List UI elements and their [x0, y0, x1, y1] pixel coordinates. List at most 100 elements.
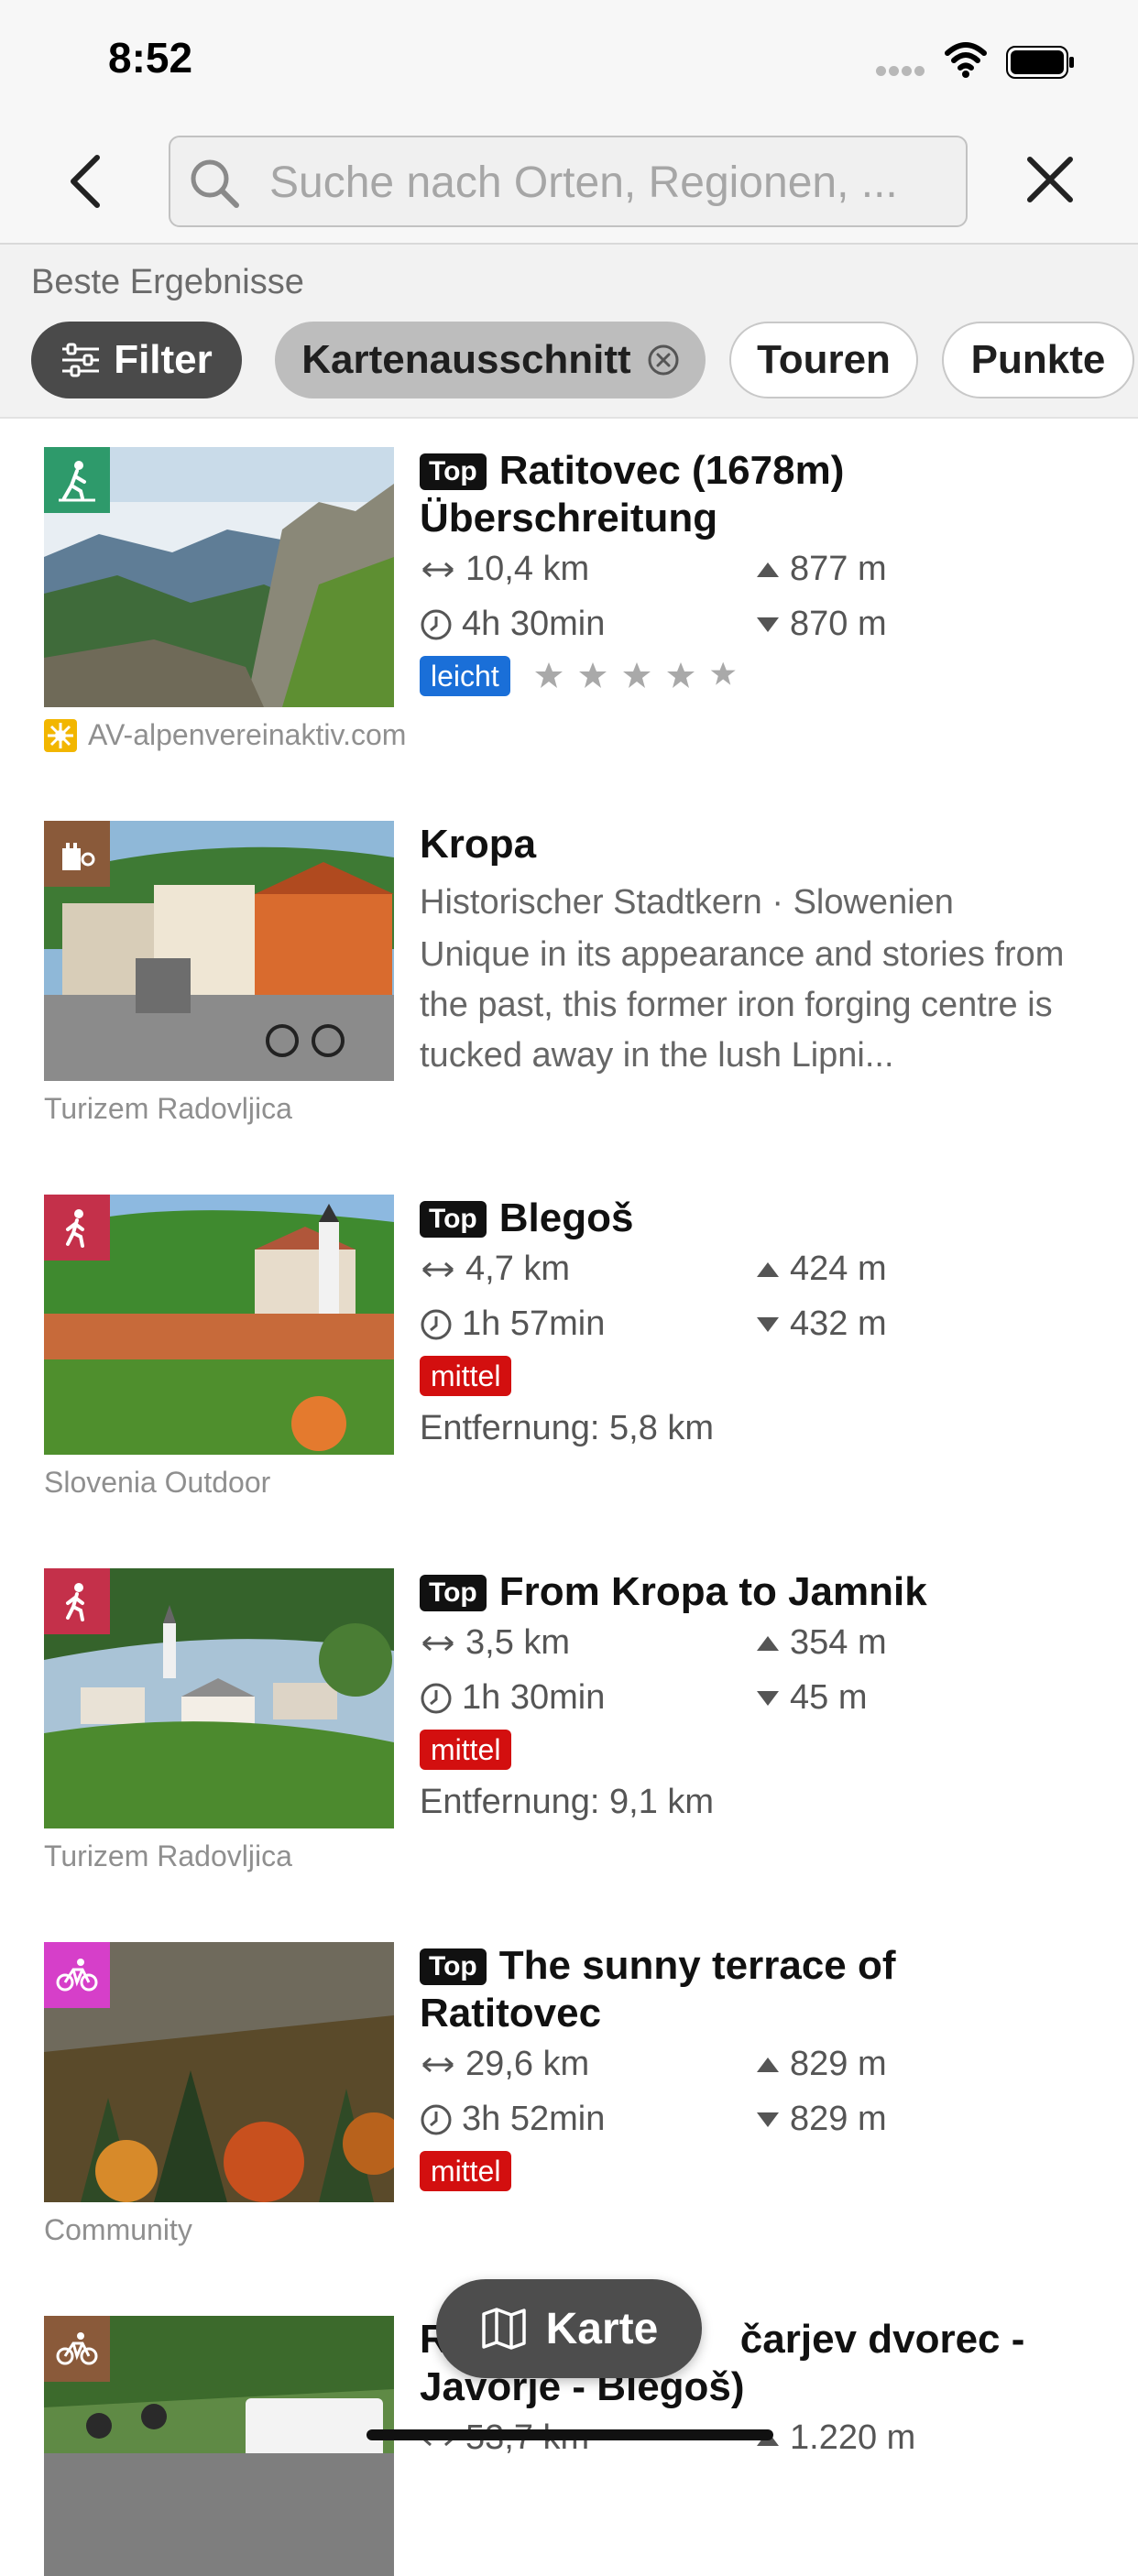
clear-chip-icon[interactable] — [648, 344, 679, 376]
descent-icon — [757, 1690, 779, 1706]
status-bar: 8:52 — [0, 0, 1138, 119]
result-title: Kropa — [420, 822, 537, 867]
distance-value: 4,7 km — [465, 1250, 571, 1288]
descent-value: 829 m — [790, 2100, 887, 2138]
source-label: Turizem Radovljica — [44, 1092, 292, 1125]
filter-bar: Beste Ergebnisse Filter Kartenausschnitt… — [0, 245, 1138, 419]
result-thumbnail — [44, 447, 394, 707]
descent-icon — [757, 617, 779, 632]
clock-icon — [421, 1683, 452, 1713]
top-badge: Top — [420, 1575, 487, 1611]
castle-icon — [44, 821, 110, 887]
edelweiss-icon — [44, 718, 77, 752]
search-icon — [191, 159, 239, 208]
duration-value: 4h 30min — [462, 605, 606, 643]
distance-value: 10,4 km — [465, 550, 590, 588]
descent-value: 870 m — [790, 605, 887, 643]
ascent-value: 877 m — [790, 550, 887, 588]
walking-icon — [44, 1568, 110, 1634]
hiking-icon — [44, 447, 110, 513]
duration-value: 1h 57min — [462, 1304, 606, 1343]
source-label: Turizem Radovljica — [44, 1839, 292, 1872]
result-thumbnail — [44, 1195, 394, 1455]
tours-chip[interactable]: Touren — [729, 322, 918, 398]
map-section-chip[interactable]: Kartenausschnitt — [275, 322, 706, 398]
distance-icon — [422, 562, 454, 577]
close-icon[interactable] — [1024, 154, 1076, 205]
sliders-icon — [62, 343, 100, 377]
source-label: Community — [44, 2213, 192, 2246]
points-chip[interactable]: Punkte — [942, 322, 1134, 398]
difficulty-badge: leicht — [420, 656, 510, 696]
status-time: 8:52 — [108, 34, 193, 82]
duration-value: 1h 30min — [462, 1678, 606, 1717]
ascent-value: 829 m — [790, 2045, 887, 2083]
ascent-value: 424 m — [790, 1250, 887, 1288]
walking-icon — [44, 1195, 110, 1261]
difficulty-badge: mittel — [420, 1730, 512, 1770]
ebike-icon — [44, 2316, 110, 2382]
result-thumbnail — [44, 2316, 394, 2576]
result-source: Community — [44, 2213, 192, 2247]
distance-away: Entfernung: 5,8 km — [420, 1409, 715, 1447]
result-source: Slovenia Outdoor — [44, 1466, 270, 1500]
source-label: Slovenia Outdoor — [44, 1466, 271, 1499]
result-title-text: Blegoš — [498, 1195, 634, 1240]
battery-icon — [1006, 46, 1074, 79]
clock-icon — [421, 609, 452, 639]
distance-away: Entfernung: 9,1 km — [420, 1783, 715, 1821]
rating-stars — [535, 661, 736, 688]
distance-value: 3,5 km — [465, 1623, 571, 1662]
ascent-icon — [757, 562, 779, 577]
search-header — [0, 119, 1138, 245]
descent-icon — [757, 1316, 779, 1332]
ascent-icon — [757, 1261, 779, 1277]
home-indicator[interactable] — [367, 2429, 773, 2440]
back-icon[interactable] — [64, 152, 110, 211]
difficulty-badge: mittel — [420, 1356, 512, 1396]
result-title-end: čarjev dvorec - — [739, 2317, 1025, 2362]
duration-value: 3h 52min — [462, 2100, 606, 2138]
search-field[interactable] — [169, 136, 968, 227]
result-title-text: From Kropa to Jamnik — [498, 1569, 927, 1614]
descent-icon — [757, 2112, 779, 2127]
result-source: Turizem Radovljica — [44, 1092, 292, 1126]
clock-icon — [421, 1309, 452, 1339]
map-button-label: Karte — [545, 2304, 659, 2353]
ascent-icon — [757, 1635, 779, 1651]
descent-value: 45 m — [790, 1678, 868, 1717]
distance-icon — [422, 1261, 454, 1277]
result-source: AV-alpenvereinaktiv.com — [44, 718, 406, 752]
top-badge: Top — [420, 1201, 487, 1238]
bike-icon — [44, 1942, 110, 2008]
ascent-icon — [757, 2057, 779, 2072]
source-label: AV-alpenvereinaktiv.com — [88, 718, 407, 751]
ascent-value: 354 m — [790, 1623, 887, 1662]
result-thumbnail — [44, 821, 394, 1081]
result-title: Top From Kropa to Jamnik — [420, 1568, 1098, 1616]
filter-chip[interactable]: Filter — [31, 322, 242, 398]
wifi-icon — [945, 42, 987, 78]
ascent-value: 1.220 m — [790, 2418, 916, 2457]
signal-icon — [876, 64, 927, 76]
result-thumbnail — [44, 1568, 394, 1828]
distance-icon — [422, 2057, 454, 2072]
result-title-text: The sunny terrace of Ratitovec — [420, 1943, 896, 2036]
result-thumbnail — [44, 1942, 394, 2202]
distance-value: 29,6 km — [465, 2045, 590, 2083]
difficulty-badge: mittel — [420, 2151, 512, 2191]
result-subtitle: Historischer Stadtkern · Slowenien — [420, 883, 954, 922]
search-input[interactable] — [268, 137, 949, 227]
filter-chip-label: Filter — [114, 337, 213, 382]
map-button[interactable]: Karte — [436, 2279, 702, 2378]
result-description: Unique in its appearance and stories fro… — [420, 935, 1065, 1075]
top-badge: Top — [420, 453, 487, 490]
result-title: Top Blegoš — [420, 1195, 1098, 1242]
result-title: Top The sunny terrace of Ratitovec — [420, 1942, 896, 2037]
distance-icon — [422, 1635, 454, 1651]
result-source: Turizem Radovljica — [44, 1839, 292, 1873]
section-label: Beste Ergebnisse — [31, 263, 304, 301]
result-title: Top Ratitovec (1678m) Überschreitung — [420, 447, 1098, 542]
clock-icon — [421, 2104, 452, 2134]
descent-value: 432 m — [790, 1304, 887, 1343]
